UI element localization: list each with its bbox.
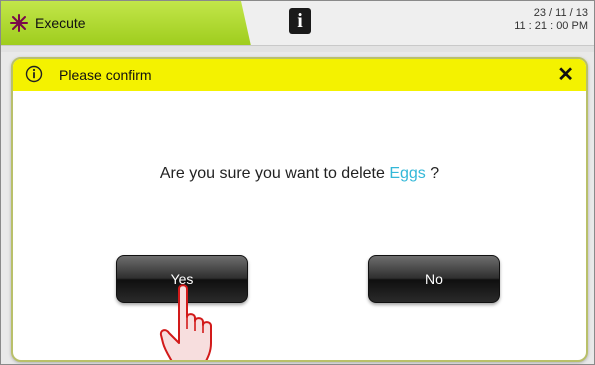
info-icon[interactable]: i (289, 8, 311, 34)
mode-label: Execute (35, 15, 86, 31)
spark-icon (10, 14, 28, 32)
divider (1, 45, 594, 52)
device-screen: Execute i 23 / 11 / 13 11 : 21 : 00 PM P… (0, 0, 595, 365)
date-text: 23 / 11 / 13 (533, 7, 588, 19)
close-icon[interactable]: ✕ (557, 63, 574, 87)
yes-button[interactable]: Yes (116, 255, 248, 303)
message-prefix: Are you sure you want to delete (159, 165, 390, 182)
dialog-title: Please confirm (59, 67, 152, 83)
confirm-dialog: Please confirm ✕ Are you sure you want t… (11, 57, 588, 362)
confirm-message: Are you sure you want to delete Eggs ? (13, 165, 586, 183)
no-button[interactable]: No (368, 255, 500, 303)
dialog-header: Please confirm ✕ (13, 59, 586, 91)
mode-tab[interactable]: Execute (1, 1, 251, 46)
item-name: Eggs (389, 165, 426, 182)
message-suffix: ? (425, 165, 440, 182)
time-text: 11 : 21 : 00 PM (514, 20, 588, 32)
status-bar: Execute i 23 / 11 / 13 11 : 21 : 00 PM (1, 1, 594, 46)
info-circle-icon (25, 65, 43, 83)
date-time: 23 / 11 / 13 11 : 21 : 00 PM (514, 7, 588, 33)
